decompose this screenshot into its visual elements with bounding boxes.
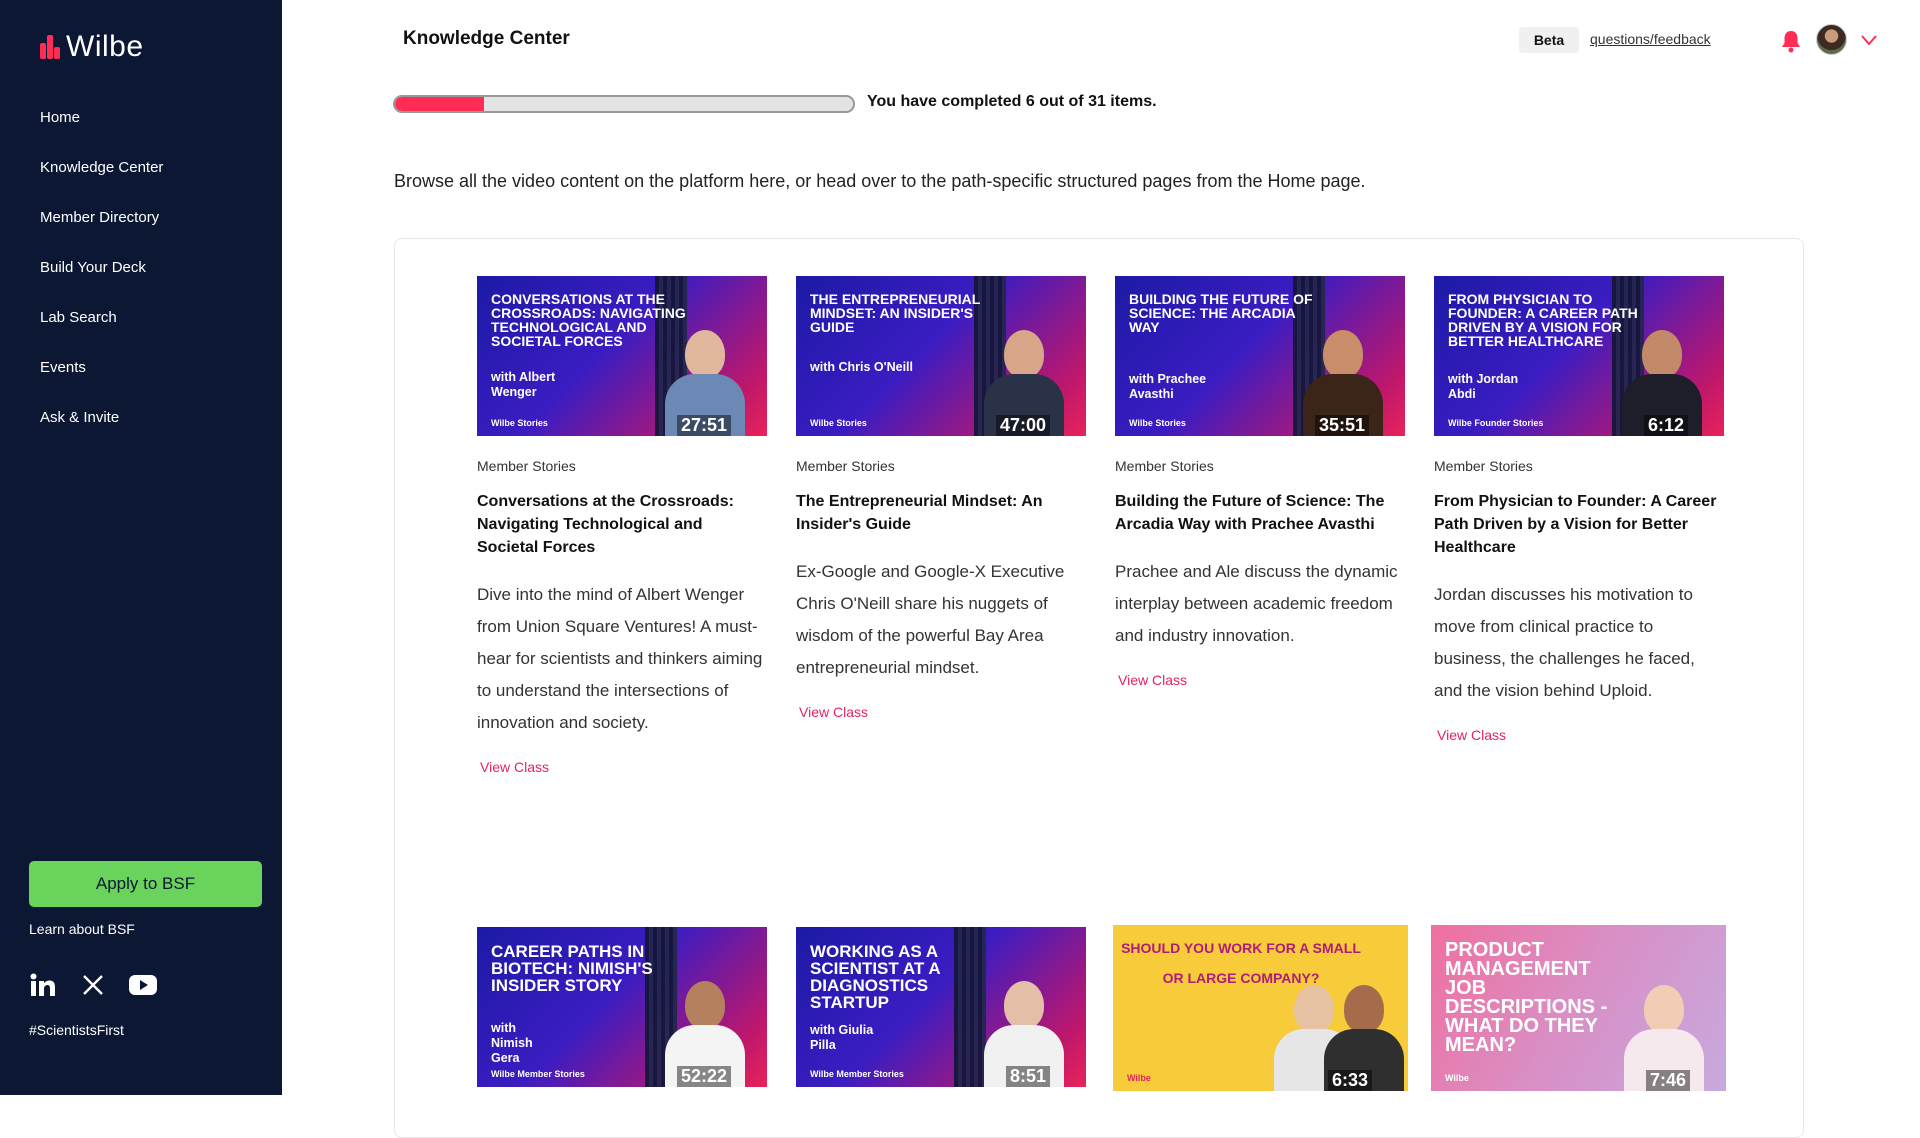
sidebar-item-build-your-deck[interactable]: Build Your Deck bbox=[40, 256, 163, 306]
video-card: The Entrepreneurial Mindset: An Insider'… bbox=[796, 276, 1096, 722]
thumbnail-speaker: with Nimish Gera bbox=[491, 1021, 533, 1065]
thumbnail-brand: Wilbe Stories bbox=[1129, 418, 1186, 428]
wilbe-logo-icon bbox=[40, 35, 60, 59]
thumbnail-brand: Wilbe bbox=[1127, 1073, 1151, 1083]
chevron-down-icon[interactable] bbox=[1861, 33, 1877, 46]
view-class-link[interactable]: View Class bbox=[799, 704, 868, 720]
progress-bar bbox=[393, 95, 855, 113]
card-description: Dive into the mind of Albert Wenger from… bbox=[477, 585, 763, 732]
video-duration: 6:12 bbox=[1643, 415, 1688, 436]
sidebar-item-ask-invite[interactable]: Ask & Invite bbox=[40, 406, 163, 456]
card-title[interactable]: Conversations at the Crossroads: Navigat… bbox=[477, 490, 767, 559]
video-card: Product Management Job Descriptions - Wh… bbox=[1431, 925, 1731, 1091]
card-title[interactable]: The Entrepreneurial Mindset: An Insider'… bbox=[796, 490, 1086, 536]
thumbnail-speaker: with Jordan Abdi bbox=[1448, 372, 1519, 401]
video-thumbnail[interactable]: Should you work for a Small or Large Com… bbox=[1113, 925, 1408, 1091]
view-class-link[interactable]: View Class bbox=[1437, 727, 1506, 743]
view-class-link[interactable]: View Class bbox=[480, 759, 549, 775]
sidebar: Wilbe Home Knowledge Center Member Direc… bbox=[0, 0, 282, 1095]
thumbnail-title: Building the Future of Science: The Arca… bbox=[1129, 291, 1313, 335]
thumbnail-title: The Entrepreneurial Mindset: An Insider'… bbox=[810, 291, 981, 335]
social-links bbox=[29, 972, 157, 998]
video-card: From Physician to Founder: A Career Path… bbox=[1434, 276, 1734, 745]
card-title[interactable]: Building the Future of Science: The Arca… bbox=[1115, 490, 1405, 536]
card-category: Member Stories bbox=[796, 458, 895, 474]
thumbnail-speaker: with Albert Wenger bbox=[491, 370, 556, 399]
thumbnail-title: Conversations at the Crossroads: Navigat… bbox=[491, 291, 686, 349]
card-category: Member Stories bbox=[477, 458, 576, 474]
video-duration: 27:51 bbox=[676, 415, 731, 436]
thumbnail-brand: Wilbe Member Stories bbox=[491, 1069, 585, 1079]
thumbnail-brand: Wilbe Stories bbox=[810, 418, 867, 428]
sidebar-item-member-directory[interactable]: Member Directory bbox=[40, 206, 163, 256]
sidebar-item-knowledge-center[interactable]: Knowledge Center bbox=[40, 156, 163, 206]
learn-about-link[interactable]: Learn about BSF bbox=[29, 921, 135, 937]
video-card: Career Paths in Biotech: Nimish's Inside… bbox=[477, 927, 777, 1087]
video-duration: 35:51 bbox=[1314, 415, 1369, 436]
feedback-link[interactable]: questions/feedback bbox=[1590, 31, 1711, 47]
card-description: Jordan discusses his motivation to move … bbox=[1434, 585, 1695, 700]
video-card: Working as a Scientist at a Diagnostics … bbox=[796, 927, 1096, 1087]
hashtag: #ScientistsFirst bbox=[29, 1022, 124, 1038]
wilbe-logo[interactable]: Wilbe bbox=[40, 30, 144, 64]
sidebar-nav: Home Knowledge Center Member Directory B… bbox=[40, 106, 163, 456]
progress-text: You have completed 6 out of 31 items. bbox=[867, 93, 1157, 110]
thumbnail-brand: Wilbe Stories bbox=[491, 418, 548, 428]
video-thumbnail[interactable]: The Entrepreneurial Mindset: An Insider'… bbox=[796, 276, 1086, 436]
thumbnail-title: From Physician to Founder: A Career Path… bbox=[1448, 291, 1638, 349]
video-duration: 52:22 bbox=[676, 1066, 731, 1087]
view-class-link[interactable]: View Class bbox=[1118, 672, 1187, 688]
bell-icon[interactable] bbox=[1780, 29, 1802, 53]
video-card: Building the Future of Science: The Arca… bbox=[1115, 276, 1415, 690]
card-title[interactable]: From Physician to Founder: A Career Path… bbox=[1434, 490, 1724, 559]
progress-fill bbox=[395, 97, 484, 111]
video-thumbnail[interactable]: Building the Future of Science: The Arca… bbox=[1115, 276, 1405, 436]
video-thumbnail[interactable]: From Physician to Founder: A Career Path… bbox=[1434, 276, 1724, 436]
sidebar-item-home[interactable]: Home bbox=[40, 106, 163, 156]
youtube-icon[interactable] bbox=[129, 972, 157, 998]
video-duration: 7:46 bbox=[1645, 1070, 1690, 1091]
card-category: Member Stories bbox=[1434, 458, 1533, 474]
apply-button[interactable]: Apply to BSF bbox=[29, 861, 262, 907]
sidebar-item-lab-search[interactable]: Lab Search bbox=[40, 306, 163, 356]
video-thumbnail[interactable]: Working as a Scientist at a Diagnostics … bbox=[796, 927, 1086, 1087]
card-category: Member Stories bbox=[1115, 458, 1214, 474]
video-duration: 6:33 bbox=[1327, 1070, 1372, 1091]
video-duration: 47:00 bbox=[995, 415, 1050, 436]
card-description: Ex-Google and Google-X Executive Chris O… bbox=[796, 562, 1065, 677]
thumbnail-title: Should you work for a Small or Large Com… bbox=[1121, 940, 1361, 986]
video-duration: 8:51 bbox=[1005, 1066, 1050, 1087]
thumbnail-speaker: with Chris O'Neill bbox=[810, 360, 913, 374]
card-description: Prachee and Ale discuss the dynamic inte… bbox=[1115, 562, 1398, 645]
thumbnail-brand: Wilbe Member Stories bbox=[810, 1069, 904, 1079]
thumbnail-speaker: with Prachee Avasthi bbox=[1129, 372, 1207, 401]
video-thumbnail[interactable]: Career Paths in Biotech: Nimish's Inside… bbox=[477, 927, 767, 1087]
beta-badge: Beta bbox=[1519, 27, 1579, 53]
thumbnail-title: Product Management Job Descriptions - Wh… bbox=[1445, 939, 1608, 1056]
thumbnail-speaker: with Giulia Pilla bbox=[810, 1023, 874, 1052]
content-panel: Conversations at the Crossroads: Navigat… bbox=[394, 238, 1804, 1138]
video-card: Should you work for a Small or Large Com… bbox=[1113, 925, 1413, 1091]
page-title: Knowledge Center bbox=[403, 28, 570, 49]
thumbnail-brand: Wilbe Founder Stories bbox=[1448, 418, 1544, 428]
avatar[interactable] bbox=[1816, 24, 1847, 55]
video-card: Conversations at the Crossroads: Navigat… bbox=[477, 276, 777, 777]
thumbnail-title: Working as a Scientist at a Diagnostics … bbox=[810, 942, 941, 1012]
video-thumbnail[interactable]: Conversations at the Crossroads: Navigat… bbox=[477, 276, 767, 436]
x-icon[interactable] bbox=[79, 972, 107, 998]
sidebar-item-events[interactable]: Events bbox=[40, 356, 163, 406]
logo-text: Wilbe bbox=[66, 30, 144, 63]
thumbnail-title: Career Paths in Biotech: Nimish's Inside… bbox=[491, 942, 653, 995]
video-thumbnail[interactable]: Product Management Job Descriptions - Wh… bbox=[1431, 925, 1726, 1091]
linkedin-icon[interactable] bbox=[29, 972, 57, 998]
thumbnail-brand: Wilbe bbox=[1445, 1073, 1469, 1083]
intro-text: Browse all the video content on the plat… bbox=[394, 171, 1366, 191]
